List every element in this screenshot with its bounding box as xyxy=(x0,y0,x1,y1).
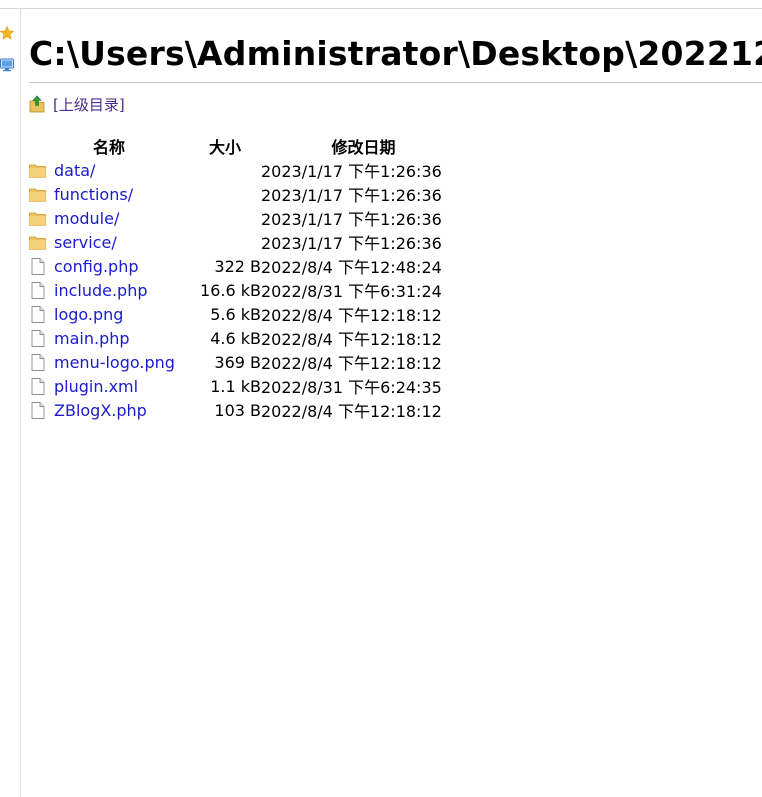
left-sidebar xyxy=(0,9,21,797)
size-cell xyxy=(189,182,261,206)
table-row: ZBlogX.php 103 B 2022/8/4 下午12:18:12 xyxy=(29,398,466,422)
page-title: C:\Users\Administrator\Desktop\20221222z… xyxy=(29,34,762,73)
date-cell: 2022/8/4 下午12:18:12 xyxy=(261,306,442,325)
table-row: module/2023/1/17 下午1:26:36 xyxy=(29,206,466,230)
file-link[interactable]: include.php xyxy=(54,281,148,300)
name-cell: logo.png xyxy=(29,302,189,326)
table-row: config.php 322 B 2022/8/4 下午12:48:24 xyxy=(29,254,466,278)
name-cell: include.php xyxy=(29,278,189,302)
file-table: 名称 大小 修改日期 data/2023/1/17 下午1:26:36 funct… xyxy=(29,134,466,422)
size-cell: 369 B xyxy=(214,352,261,372)
file-link[interactable]: plugin.xml xyxy=(54,377,138,396)
name-cell: main.php xyxy=(29,326,189,350)
folder-icon xyxy=(29,236,46,250)
table-row: main.php 4.6 kB 2022/8/4 下午12:18:12 xyxy=(29,326,466,350)
name-cell: service/ xyxy=(29,230,189,254)
folder-link[interactable]: data/ xyxy=(54,161,95,180)
size-cell: 322 B xyxy=(214,256,261,276)
date-cell: 2022/8/31 下午6:31:24 xyxy=(261,282,442,301)
folder-link[interactable]: module/ xyxy=(54,209,119,228)
folder-link[interactable]: service/ xyxy=(54,233,117,252)
file-link[interactable]: ZBlogX.php xyxy=(54,401,147,420)
column-header-date[interactable]: 修改日期 xyxy=(261,134,466,158)
table-row: data/2023/1/17 下午1:26:36 xyxy=(29,158,466,182)
date-cell: 2023/1/17 下午1:26:36 xyxy=(261,162,442,181)
star-icon[interactable] xyxy=(0,26,14,40)
folder-up-icon xyxy=(29,95,45,113)
file-icon xyxy=(31,329,45,347)
name-cell: plugin.xml xyxy=(29,374,189,398)
name-cell: data/ xyxy=(29,158,189,182)
monitor-icon[interactable] xyxy=(0,58,14,72)
size-cell xyxy=(189,206,261,230)
file-link[interactable]: logo.png xyxy=(54,305,123,324)
size-cell: 16.6 kB xyxy=(200,280,261,300)
size-cell: 103 B xyxy=(214,400,261,420)
file-table-body: data/2023/1/17 下午1:26:36 functions/2023/1… xyxy=(29,158,466,422)
table-header-row: 名称 大小 修改日期 xyxy=(29,134,466,158)
file-icon xyxy=(31,305,45,323)
size-cell xyxy=(189,158,261,182)
file-icon xyxy=(31,257,45,275)
size-cell: 4.6 kB xyxy=(210,328,261,348)
file-link[interactable]: main.php xyxy=(54,329,130,348)
table-row: include.php 16.6 kB 2022/8/31 下午6:31:24 xyxy=(29,278,466,302)
folder-icon xyxy=(29,212,46,226)
file-link[interactable]: config.php xyxy=(54,257,139,276)
file-icon xyxy=(31,401,45,419)
column-header-name[interactable]: 名称 xyxy=(29,134,189,158)
folder-link[interactable]: functions/ xyxy=(54,185,133,204)
date-cell: 2022/8/4 下午12:18:12 xyxy=(261,330,442,349)
size-cell xyxy=(189,230,261,254)
date-cell: 2023/1/17 下午1:26:36 xyxy=(261,210,442,229)
name-cell: module/ xyxy=(29,206,189,230)
parent-directory-link[interactable]: [上级目录] xyxy=(53,94,125,115)
file-link[interactable]: menu-logo.png xyxy=(54,353,175,372)
table-row: service/2023/1/17 下午1:26:36 xyxy=(29,230,466,254)
file-icon xyxy=(31,377,45,395)
date-cell: 2023/1/17 下午1:26:36 xyxy=(261,234,442,253)
table-row: functions/2023/1/17 下午1:26:36 xyxy=(29,182,466,206)
table-row: logo.png 5.6 kB 2022/8/4 下午12:18:12 xyxy=(29,302,466,326)
size-cell: 5.6 kB xyxy=(210,304,261,324)
file-icon xyxy=(31,281,45,299)
title-divider xyxy=(29,82,762,83)
folder-icon xyxy=(29,164,46,178)
date-cell: 2022/8/31 下午6:24:35 xyxy=(261,378,442,397)
name-cell: config.php xyxy=(29,254,189,278)
parent-directory-row: [上级目录] xyxy=(29,93,762,115)
date-cell: 2022/8/4 下午12:18:12 xyxy=(261,354,442,373)
name-cell: functions/ xyxy=(29,182,189,206)
name-cell: ZBlogX.php xyxy=(29,398,189,422)
column-header-size[interactable]: 大小 xyxy=(189,134,261,158)
file-icon xyxy=(31,353,45,371)
directory-listing-page: C:\Users\Administrator\Desktop\20221222z… xyxy=(29,9,762,422)
folder-icon xyxy=(29,188,46,202)
date-cell: 2022/8/4 下午12:18:12 xyxy=(261,402,442,421)
table-row: menu-logo.png 369 B 2022/8/4 下午12:18:12 xyxy=(29,350,466,374)
date-cell: 2023/1/17 下午1:26:36 xyxy=(261,186,442,205)
name-cell: menu-logo.png xyxy=(29,350,189,374)
date-cell: 2022/8/4 下午12:48:24 xyxy=(261,258,442,277)
table-row: plugin.xml 1.1 kB 2022/8/31 下午6:24:35 xyxy=(29,374,466,398)
size-cell: 1.1 kB xyxy=(210,376,261,396)
